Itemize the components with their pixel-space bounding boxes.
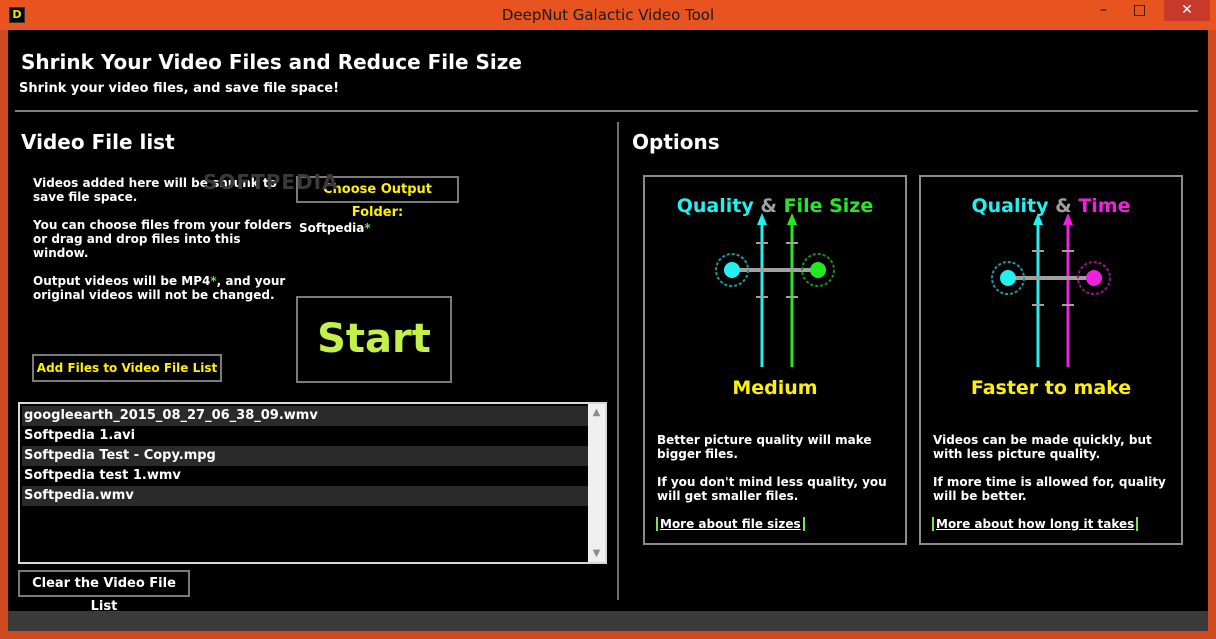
- quality-size-slider[interactable]: [645, 213, 907, 373]
- output-folder-value: Softpedia*: [299, 221, 371, 235]
- window-titlebar: D DeepNut Galactic Video Tool – □ ✕: [0, 0, 1216, 30]
- video-list-title: Video File list: [21, 130, 175, 154]
- scroll-down-icon[interactable]: ▼: [588, 545, 605, 562]
- quality-handle[interactable]: [724, 262, 740, 278]
- file-row[interactable]: Softpedia.wmv: [22, 486, 588, 506]
- quality-size-value: Medium: [732, 377, 818, 399]
- quality-time-text-2: If more time is allowed for, quality wil…: [933, 475, 1166, 503]
- page-title: Shrink Your Video Files and Reduce File …: [21, 50, 522, 74]
- size-handle[interactable]: [810, 262, 826, 278]
- quality-size-text-1: Better picture quality will make bigger …: [657, 433, 872, 461]
- minimize-button[interactable]: –: [1089, 0, 1118, 21]
- quality-time-value: Faster to make: [970, 377, 1132, 399]
- video-file-list[interactable]: googleearth_2015_08_27_06_38_09.wmv Soft…: [18, 402, 607, 564]
- watermark: SOFTPEDIA: [203, 170, 339, 194]
- window-title: DeepNut Galactic Video Tool: [501, 6, 715, 24]
- quality-handle[interactable]: [1000, 270, 1016, 286]
- options-title: Options: [632, 130, 720, 154]
- clear-list-button[interactable]: Clear the Video File List: [18, 570, 190, 614]
- output-format: MP4: [181, 274, 211, 288]
- section-divider: [617, 122, 619, 600]
- quality-time-slider[interactable]: [921, 213, 1183, 373]
- output-folder-star[interactable]: *: [364, 221, 370, 235]
- time-link[interactable]: More about how long it takes: [932, 517, 1139, 531]
- file-sizes-link[interactable]: More about file sizes: [656, 517, 805, 531]
- scroll-up-icon[interactable]: ▲: [588, 404, 605, 421]
- page-subtitle: Shrink your video files, and save file s…: [19, 81, 340, 96]
- size-arrow-icon: [787, 213, 797, 225]
- info-output-prefix: Output videos will be: [33, 274, 182, 288]
- time-arrow-icon: [1063, 213, 1073, 225]
- start-button[interactable]: Start: [296, 296, 452, 383]
- info-output-text: Output videos will be MP4*, and your ori…: [33, 274, 295, 302]
- quality-size-text-2: If you don't mind less quality, you will…: [657, 475, 887, 503]
- maximize-button[interactable]: □: [1125, 0, 1154, 21]
- close-button[interactable]: ✕: [1164, 0, 1210, 21]
- info-choose-text: You can choose files from your folders o…: [33, 218, 292, 260]
- time-handle[interactable]: [1086, 270, 1102, 286]
- output-folder-name: Softpedia: [299, 221, 365, 235]
- file-row[interactable]: Softpedia Test - Copy.mpg: [22, 446, 588, 466]
- file-row[interactable]: googleearth_2015_08_27_06_38_09.wmv: [22, 406, 588, 426]
- main-window: Shrink Your Video Files and Reduce File …: [8, 30, 1208, 631]
- quality-arrow-icon: [757, 213, 767, 225]
- file-row[interactable]: Softpedia test 1.wmv: [22, 466, 588, 486]
- file-row[interactable]: Softpedia 1.avi: [22, 426, 588, 446]
- quality-arrow-icon: [1033, 213, 1043, 225]
- quality-time-panel: Quality & Time Faster to make Videos can…: [919, 175, 1183, 545]
- add-files-button[interactable]: Add Files to Video File List: [32, 354, 222, 382]
- status-strip: [8, 611, 1208, 631]
- header-divider: [15, 110, 1198, 112]
- file-list-scrollbar[interactable]: ▲ ▼: [588, 404, 605, 562]
- quality-size-panel: Quality & File Size Medium Better pictur…: [643, 175, 907, 545]
- quality-time-text-1: Videos can be made quickly, but with les…: [933, 433, 1152, 461]
